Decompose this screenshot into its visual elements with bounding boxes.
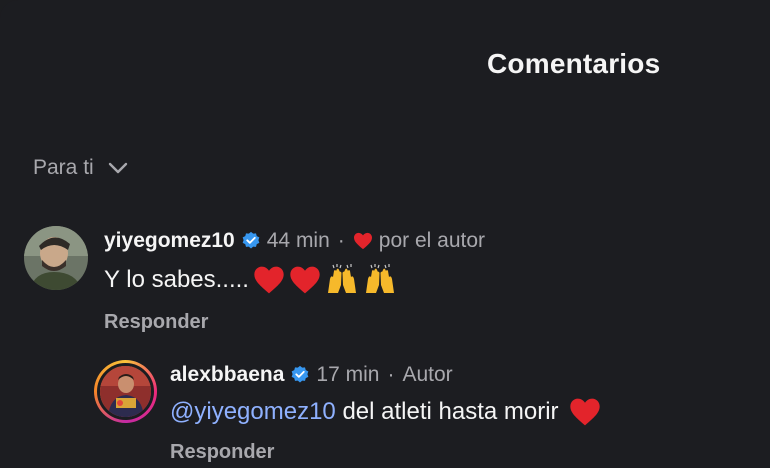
page-title: Comentarios [487, 48, 661, 79]
red-heart-emoji-icon [253, 265, 285, 295]
comment-meta: yiyegomez10 44 min · por el autor [104, 226, 485, 256]
comment-text: Y lo sabes..... [104, 266, 249, 293]
comments-panel: Comentarios Para ti yiyegomez10 44 min ·… [0, 0, 770, 468]
liked-by-author-label: por el autor [378, 229, 486, 252]
avatar-story-ring[interactable] [94, 360, 157, 423]
heart-icon [353, 232, 373, 250]
author-label: Autor [402, 363, 453, 386]
username[interactable]: alexbbaena [170, 363, 284, 387]
reply-button[interactable]: Responder [170, 441, 601, 464]
verified-badge-icon [241, 231, 261, 251]
raising-hands-emoji-icon [325, 263, 359, 297]
reply-meta: alexbbaena 17 min · Autor [170, 360, 601, 390]
reply-text: del atleti hasta morir [335, 398, 559, 425]
red-heart-emoji-icon [569, 397, 601, 427]
sort-dropdown[interactable]: Para ti [33, 156, 128, 180]
username[interactable]: yiyegomez10 [104, 229, 235, 253]
separator-dot: · [337, 229, 345, 252]
sort-label: Para ti [33, 156, 94, 179]
reply-button[interactable]: Responder [104, 311, 485, 334]
red-heart-emoji-icon [289, 265, 321, 295]
avatar[interactable] [24, 226, 88, 290]
comment-time: 44 min [266, 229, 330, 252]
avatar [97, 363, 154, 420]
comment-body: yiyegomez10 44 min · por el autor Y lo s… [104, 226, 485, 334]
reply-body: alexbbaena 17 min · Autor @yiyegomez10 d… [170, 360, 601, 464]
chevron-down-icon [108, 162, 127, 174]
reply-time: 17 min [316, 363, 380, 386]
verified-badge-icon [290, 365, 310, 385]
reply-item: alexbbaena 17 min · Autor @yiyegomez10 d… [94, 360, 601, 464]
mention-link[interactable]: @yiyegomez10 [170, 398, 336, 426]
comment-text-row: Y lo sabes..... [104, 263, 485, 297]
reply-text-row: @yiyegomez10 del atleti hasta morir [170, 397, 601, 427]
comment-item: yiyegomez10 44 min · por el autor Y lo s… [24, 226, 485, 334]
separator-dot: · [387, 363, 395, 386]
raising-hands-emoji-icon [363, 263, 397, 297]
